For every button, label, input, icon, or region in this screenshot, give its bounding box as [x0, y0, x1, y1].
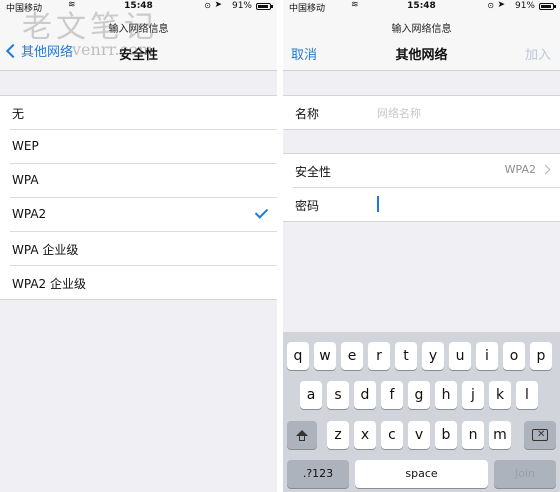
- backspace-x: ✕: [537, 429, 546, 440]
- key-u[interactable]: u: [449, 342, 471, 370]
- location-icon: ➤: [214, 0, 222, 10]
- network-name-placeholder[interactable]: 网络名称: [377, 105, 421, 121]
- name-group: 名称 网络名称: [283, 95, 560, 130]
- rotation-lock-icon: ⊙: [204, 1, 211, 10]
- option-label: WPA 企业级: [12, 243, 79, 257]
- option-label: WPA2: [12, 207, 47, 221]
- key-s[interactable]: s: [327, 381, 349, 409]
- security-option-wpa2-enterprise[interactable]: WPA2 企业级: [10, 266, 277, 299]
- key-f[interactable]: f: [381, 381, 403, 409]
- option-label: WPA: [12, 173, 39, 187]
- security-group: 安全性 WPA2 密码: [283, 153, 560, 222]
- join-key[interactable]: Join: [494, 460, 556, 488]
- rotation-lock-icon: ⊙: [487, 1, 494, 10]
- key-x[interactable]: x: [354, 421, 376, 449]
- battery-percent: 91%: [514, 1, 535, 11]
- page-title: 其他网络: [395, 48, 448, 63]
- key-d[interactable]: d: [354, 381, 376, 409]
- option-label: WPA2 企业级: [12, 277, 86, 291]
- key-k[interactable]: k: [489, 381, 511, 409]
- join-button[interactable]: 加入: [525, 44, 551, 63]
- key-p[interactable]: p: [530, 342, 552, 370]
- key-t[interactable]: t: [395, 342, 417, 370]
- security-label: 安全性: [295, 165, 332, 179]
- status-bar: 中国移动 ≋ 15:48 ⊙ ➤ 91%: [283, 0, 560, 14]
- keyboard: q w e r t y u i o p a s d f g h j k l z …: [283, 332, 560, 492]
- key-l[interactable]: l: [516, 381, 538, 409]
- key-j[interactable]: j: [462, 381, 484, 409]
- key-m[interactable]: m: [489, 421, 511, 449]
- battery-icon: [539, 3, 556, 10]
- security-value: WPA2: [504, 163, 536, 176]
- key-q[interactable]: q: [287, 342, 309, 370]
- security-option-wep[interactable]: WEP: [10, 130, 277, 164]
- option-label: WEP: [12, 139, 39, 153]
- name-label: 名称: [295, 107, 320, 121]
- space-key[interactable]: space: [355, 460, 488, 488]
- security-option-wpa-enterprise[interactable]: WPA 企业级: [10, 232, 277, 266]
- key-h[interactable]: h: [435, 381, 457, 409]
- key-w[interactable]: w: [314, 342, 336, 370]
- key-y[interactable]: y: [422, 342, 444, 370]
- key-n[interactable]: n: [462, 421, 484, 449]
- key-g[interactable]: g: [408, 381, 430, 409]
- backspace-key[interactable]: ✕: [524, 421, 556, 449]
- shift-key[interactable]: [287, 421, 317, 449]
- security-options-list: 无 WEP WPA WPA2 WPA 企业级 WPA2 企业级: [0, 95, 277, 300]
- battery-icon: [256, 3, 273, 10]
- option-label: 无: [12, 107, 25, 121]
- watermark-url: venrr.com: [72, 40, 154, 59]
- location-icon: ➤: [497, 0, 505, 10]
- numbers-key[interactable]: .?123: [287, 460, 349, 488]
- shift-stem: [299, 436, 305, 441]
- key-v[interactable]: v: [408, 421, 430, 449]
- key-a[interactable]: a: [300, 381, 322, 409]
- key-i[interactable]: i: [476, 342, 498, 370]
- key-r[interactable]: r: [368, 342, 390, 370]
- password-field[interactable]: 密码: [293, 187, 560, 221]
- security-row[interactable]: 安全性 WPA2: [293, 154, 560, 187]
- security-screen: 中国移动 ≋ 15:48 ⊙ ➤ 91% 输入网络信息 其他网络 安全性 无 W…: [0, 0, 277, 492]
- other-network-screen: 中国移动 ≋ 15:48 ⊙ ➤ 91% 输入网络信息 取消 其他网络 加入 名…: [283, 0, 560, 492]
- security-option-wpa[interactable]: WPA: [10, 164, 277, 198]
- password-label: 密码: [295, 199, 320, 213]
- nav-prompt: 输入网络信息: [391, 24, 452, 35]
- text-cursor: [377, 196, 379, 212]
- navigation-bar: 输入网络信息 取消 其他网络 加入: [283, 14, 560, 71]
- battery-percent: 91%: [231, 1, 252, 11]
- network-name-field[interactable]: 名称 网络名称: [293, 96, 560, 129]
- key-b[interactable]: b: [435, 421, 457, 449]
- checkmark-icon: [254, 205, 269, 219]
- security-option-none[interactable]: 无: [10, 96, 277, 130]
- security-option-wpa2[interactable]: WPA2: [10, 198, 277, 232]
- key-e[interactable]: e: [341, 342, 363, 370]
- key-z[interactable]: z: [327, 421, 349, 449]
- chevron-right-icon: [540, 164, 551, 175]
- key-o[interactable]: o: [503, 342, 525, 370]
- key-c[interactable]: c: [381, 421, 403, 449]
